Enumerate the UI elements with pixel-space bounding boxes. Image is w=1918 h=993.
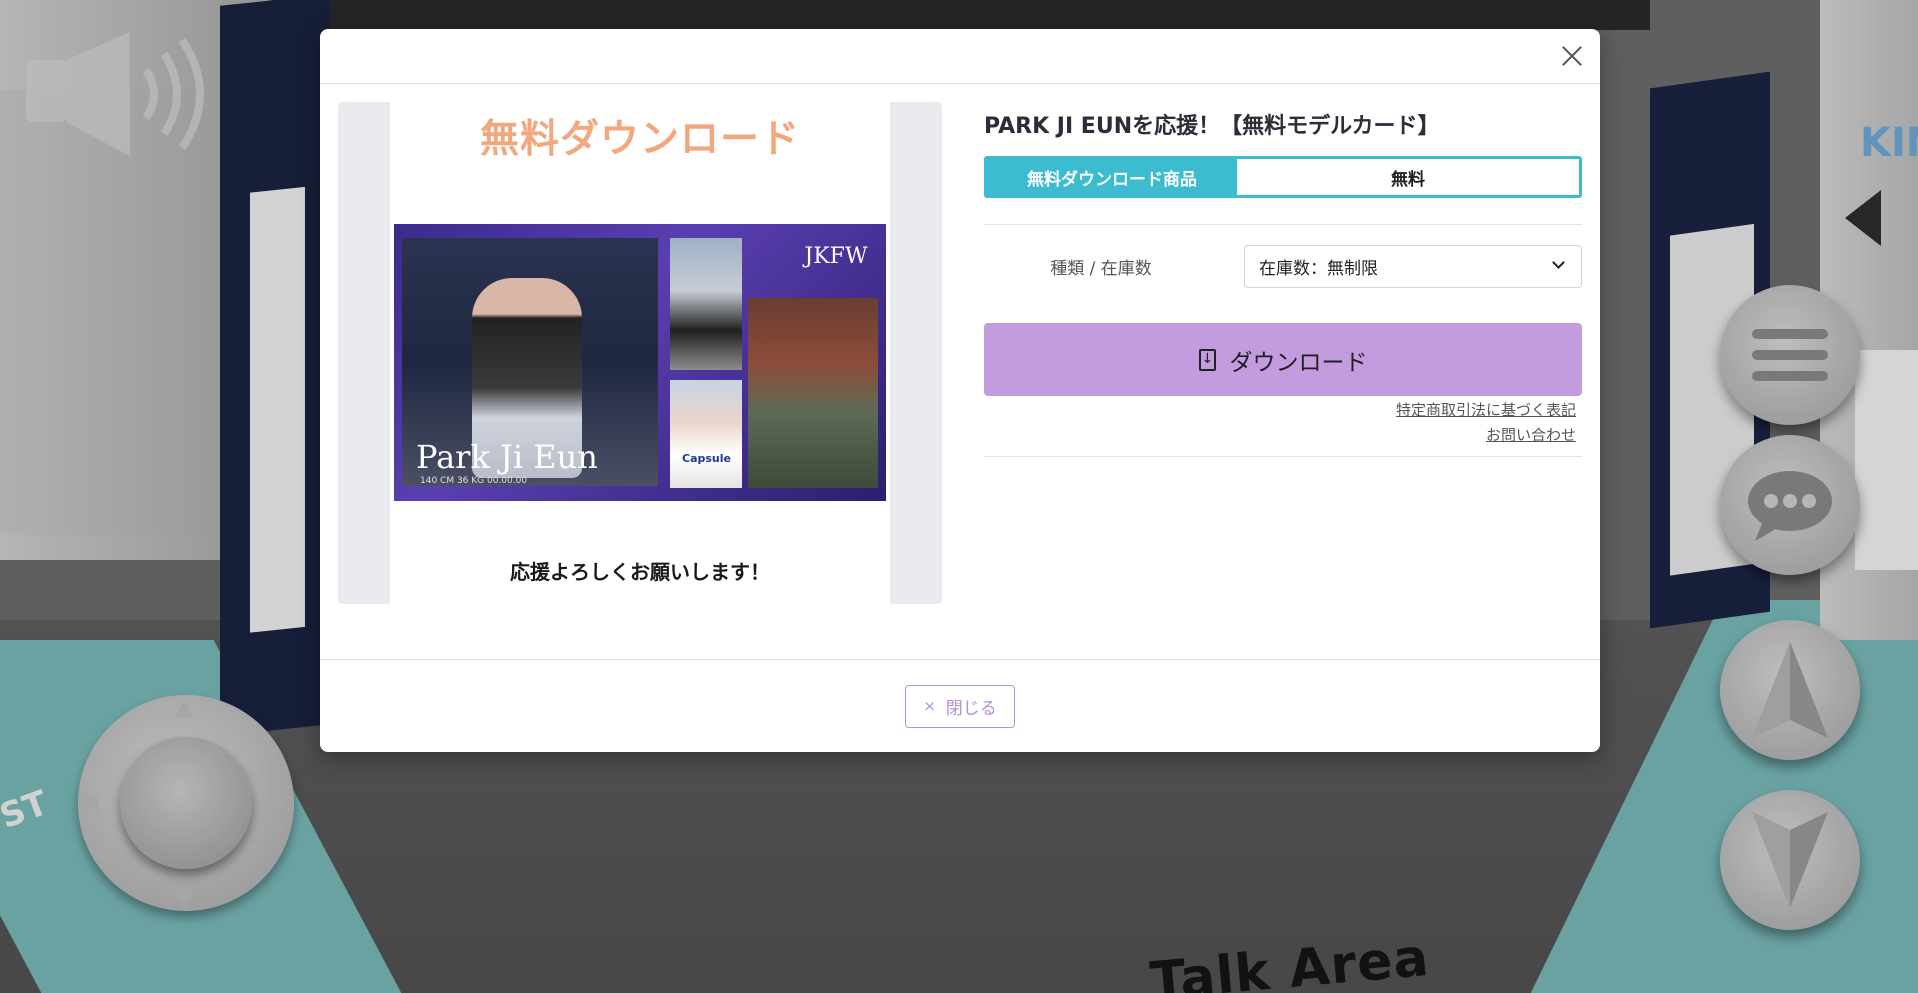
photo-collage: Park Ji Eun 140 CM 36 KG 00.00.00 Capsul… bbox=[394, 224, 886, 501]
product-modal: 無料ダウンロード Park Ji Eun 140 CM 36 KG 00.00.… bbox=[320, 29, 1600, 752]
close-x-icon: × bbox=[923, 697, 936, 715]
capsule-text: Capsule bbox=[682, 452, 731, 465]
photo-portrait: Capsule bbox=[670, 380, 742, 488]
close-label: 閉じる bbox=[945, 698, 997, 719]
footer-links: 特定商取引法に基づく表記 お問い合わせ bbox=[984, 398, 1582, 448]
stock-row: 種類 / 在庫数 在庫数：無制限 bbox=[984, 225, 1582, 307]
stock-selected-value: 在庫数：無制限 bbox=[1259, 258, 1378, 279]
divider bbox=[984, 456, 1582, 457]
main-photo: Park Ji Eun 140 CM 36 KG 00.00.00 bbox=[402, 238, 658, 486]
close-button[interactable]: × 閉じる bbox=[905, 684, 1015, 728]
card-headline: 無料ダウンロード bbox=[479, 117, 800, 162]
close-icon[interactable] bbox=[1558, 42, 1586, 70]
model-name-text: Park Ji Eun bbox=[416, 438, 598, 476]
download-button[interactable]: ダウンロード bbox=[984, 323, 1582, 396]
download-label: ダウンロード bbox=[1229, 349, 1368, 376]
stock-select[interactable]: 在庫数：無制限 bbox=[1244, 244, 1582, 288]
jkfw-logo: JKFW bbox=[804, 244, 868, 269]
product-type-badge: 無料ダウンロード商品 bbox=[987, 159, 1237, 195]
product-image: 無料ダウンロード Park Ji Eun 140 CM 36 KG 00.00.… bbox=[338, 102, 942, 604]
document-download-icon bbox=[1198, 348, 1216, 371]
modal-footer: × 閉じる bbox=[320, 659, 1600, 752]
modal-header bbox=[320, 29, 1600, 84]
modal-body: 無料ダウンロード Park Ji Eun 140 CM 36 KG 00.00.… bbox=[320, 84, 1600, 659]
photo-beanie bbox=[748, 298, 878, 488]
contact-link[interactable]: お問い合わせ bbox=[984, 423, 1576, 448]
product-details: PARK JI EUNを応援！【無料モデルカード】 無料ダウンロード商品 無料 … bbox=[984, 102, 1582, 457]
model-card-preview: 無料ダウンロード Park Ji Eun 140 CM 36 KG 00.00.… bbox=[390, 102, 890, 604]
stock-label: 種類 / 在庫数 bbox=[1050, 258, 1152, 279]
product-price: 無料 bbox=[1391, 169, 1425, 190]
chevron-down-icon bbox=[1552, 255, 1565, 269]
legal-notice-link[interactable]: 特定商取引法に基づく表記 bbox=[984, 398, 1576, 423]
model-stats-text: 140 CM 36 KG 00.00.00 bbox=[420, 476, 528, 486]
product-type-row: 無料ダウンロード商品 無料 bbox=[984, 156, 1582, 198]
photo-standing bbox=[670, 238, 742, 370]
product-title: PARK JI EUNを応援！【無料モデルカード】 bbox=[984, 114, 1440, 139]
card-footer-text: 応援よろしくお願いします！ bbox=[510, 560, 770, 584]
